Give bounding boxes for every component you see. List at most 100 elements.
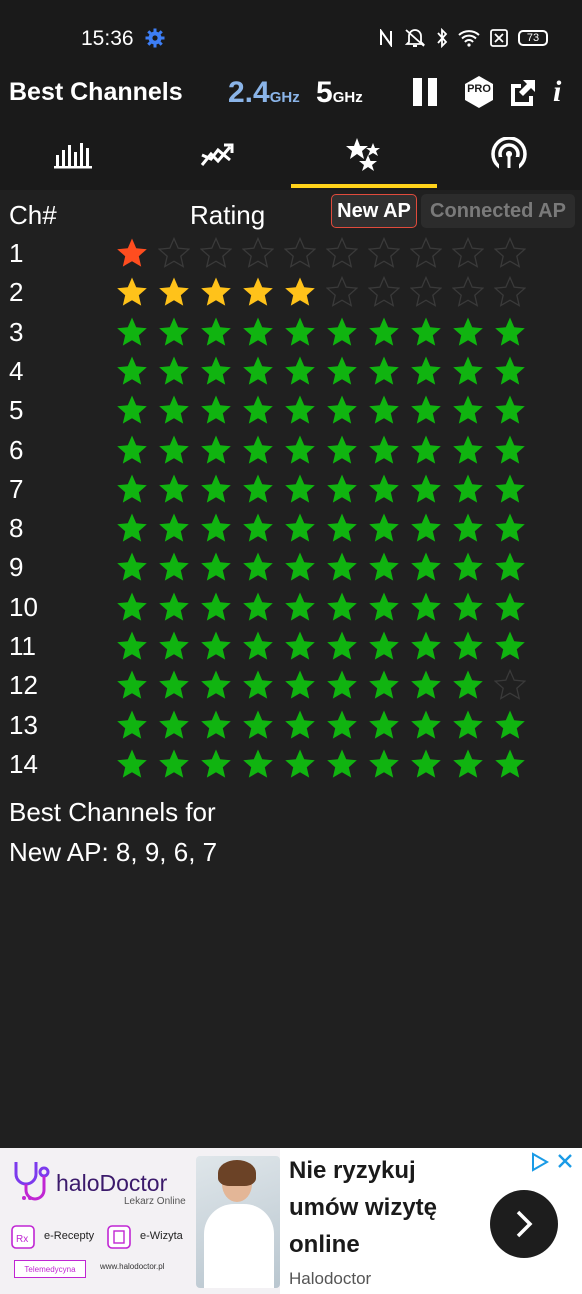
star-filled-icon <box>243 474 273 503</box>
star-empty-icon <box>326 276 358 308</box>
ad-image[interactable]: haloDoctor Lekarz Online Rx e-Recepty e-… <box>0 1148 280 1294</box>
band-5ghz-toggle[interactable]: 5GHz <box>316 76 363 110</box>
band-24ghz-toggle[interactable]: 2.4GHz <box>228 76 300 110</box>
channel-row: 13 <box>0 706 582 745</box>
rating-stars <box>116 355 526 387</box>
star-filled-icon <box>495 356 525 385</box>
channel-number: 6 <box>9 434 24 465</box>
star-empty-icon <box>410 276 442 308</box>
channel-row: 11 <box>0 627 582 666</box>
star-filled-icon <box>327 670 357 699</box>
connected-ap-button[interactable]: Connected AP <box>421 194 575 228</box>
star-filled-icon <box>327 631 357 660</box>
star-filled-icon <box>159 474 189 503</box>
star-empty-icon <box>368 237 400 268</box>
star-filled-icon <box>411 749 441 778</box>
star-filled-icon <box>159 317 189 346</box>
ad-logo-text: haloDoctor <box>56 1170 168 1196</box>
new-ap-button[interactable]: New AP <box>331 194 417 228</box>
tab-trend[interactable] <box>145 120 290 190</box>
star-filled-icon <box>495 474 525 503</box>
best-channels-summary: Best Channels for New AP: 8, 9, 6, 7 <box>9 792 217 872</box>
band-24ghz-value: 2.4 <box>228 76 270 109</box>
star-filled-icon <box>243 710 273 739</box>
ad-banner[interactable]: haloDoctor Lekarz Online Rx e-Recepty e-… <box>0 1148 582 1294</box>
mute-icon <box>404 29 426 47</box>
pause-icon <box>413 78 437 106</box>
star-empty-icon <box>158 237 190 268</box>
star-filled-icon <box>369 710 399 739</box>
ad-choices[interactable] <box>530 1152 574 1172</box>
star-filled-icon <box>327 435 357 464</box>
ad-item-recepty: e-Recepty <box>44 1230 95 1242</box>
info-button[interactable]: i <box>553 74 561 110</box>
pro-button[interactable]: PRO <box>463 74 495 110</box>
channel-row: 9 <box>0 548 582 587</box>
pause-button[interactable] <box>410 74 440 110</box>
channel-row: 10 <box>0 588 582 627</box>
star-filled-icon <box>369 552 399 581</box>
star-filled-icon <box>201 592 231 621</box>
tab-bar-chart[interactable] <box>0 120 145 190</box>
col-rating-header: Rating <box>190 200 266 230</box>
star-filled-icon <box>285 749 315 778</box>
star-filled-icon <box>495 592 525 621</box>
channel-number: 5 <box>9 395 24 426</box>
star-empty-icon <box>452 276 484 308</box>
channel-row: 3 <box>0 313 582 352</box>
star-filled-icon <box>159 749 189 778</box>
rating-stars <box>116 630 526 662</box>
channel-number: 1 <box>9 238 24 268</box>
adchoices-icon[interactable] <box>530 1152 550 1172</box>
close-icon[interactable] <box>556 1152 574 1170</box>
tab-signal[interactable] <box>436 120 581 190</box>
ad-badge: Telemedycyna <box>14 1260 86 1278</box>
summary-line-2: New AP: 8, 9, 6, 7 <box>9 837 218 867</box>
rating-stars <box>116 316 526 348</box>
star-empty-icon <box>494 669 526 701</box>
star-filled-icon <box>285 552 315 581</box>
channel-number: 4 <box>9 355 24 386</box>
tab-stars[interactable] <box>291 120 436 190</box>
channel-number: 14 <box>9 748 38 779</box>
star-empty-icon <box>368 276 400 308</box>
star-filled-icon <box>117 710 147 739</box>
star-empty-icon <box>200 237 232 268</box>
star-filled-icon <box>327 474 357 503</box>
star-filled-icon <box>495 749 525 778</box>
star-filled-icon <box>327 356 357 385</box>
star-filled-icon <box>411 552 441 581</box>
star-filled-icon <box>243 435 273 464</box>
visit-icon <box>107 1225 131 1249</box>
star-filled-icon <box>285 670 315 699</box>
no-sim-icon <box>490 29 508 47</box>
star-filled-icon <box>411 356 441 385</box>
star-filled-icon <box>369 513 399 542</box>
summary-line-1: Best Channels for <box>9 797 216 827</box>
ad-headline[interactable]: Nie ryzykuj umów wizytę online <box>289 1152 479 1263</box>
channel-number: 13 <box>9 709 38 740</box>
star-filled-icon <box>369 670 399 699</box>
ad-advertiser[interactable]: Halodoctor <box>289 1269 371 1289</box>
star-filled-icon <box>453 513 483 542</box>
channel-row: 5 <box>0 391 582 430</box>
rating-stars <box>116 551 526 583</box>
status-time: 15:36 <box>81 27 134 50</box>
share-button[interactable] <box>507 74 539 110</box>
battery-icon: 73 <box>518 30 548 46</box>
star-filled-icon <box>201 395 231 424</box>
star-filled-icon <box>327 710 357 739</box>
ad-open-button[interactable] <box>490 1190 558 1258</box>
star-filled-icon <box>453 631 483 660</box>
star-filled-icon <box>201 749 231 778</box>
channel-row: 2 <box>0 273 582 312</box>
star-filled-icon <box>117 552 147 581</box>
star-filled-icon <box>327 552 357 581</box>
star-filled-icon <box>285 710 315 739</box>
star-empty-icon <box>452 237 484 268</box>
star-filled-icon <box>285 474 315 503</box>
star-filled-icon <box>159 670 189 699</box>
ad-item-wizyta: e-Wizyta <box>140 1230 183 1242</box>
star-filled-icon <box>369 474 399 503</box>
rating-stars <box>116 394 526 426</box>
